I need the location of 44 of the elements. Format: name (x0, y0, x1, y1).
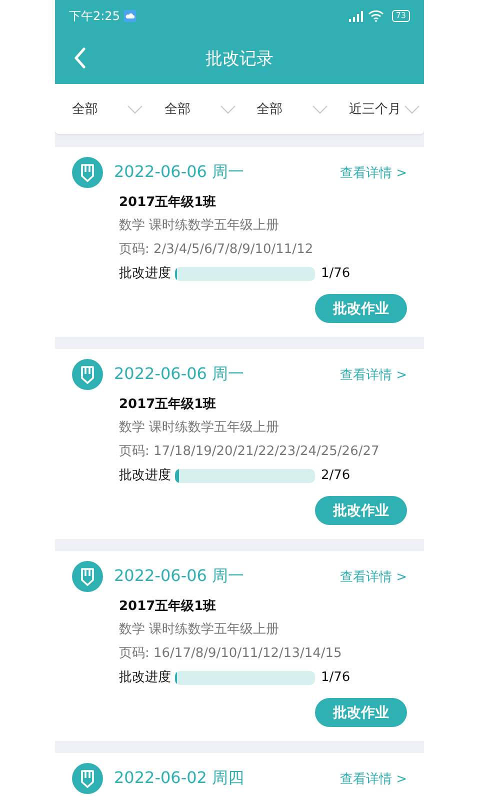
view-details-link[interactable]: 查看详情 > (340, 164, 407, 182)
progress-count: 1/76 (321, 669, 350, 687)
battery-icon: 73 (392, 10, 410, 22)
cloud-icon (124, 10, 136, 22)
chevron-down-icon (312, 104, 328, 114)
progress-label: 批改进度 (119, 265, 171, 283)
chevron-down-icon (404, 104, 420, 114)
signal-icon (348, 10, 364, 22)
filter-dropdown[interactable]: 全部 (240, 94, 332, 124)
book-name: 数学 课时练数学五年级上册 (119, 621, 280, 639)
page-numbers: 页码: 2/3/4/5/6/7/8/9/10/11/12 (119, 241, 314, 259)
progress-count: 1/76 (321, 265, 350, 283)
chevron-down-icon (220, 104, 236, 114)
filter-dropdown[interactable]: 全部 (55, 94, 148, 124)
pencil-icon (72, 157, 103, 188)
record-date: 2022-06-06 周一 (114, 364, 246, 385)
class-name: 2017五年级1班 (119, 396, 216, 414)
filter-dropdown[interactable]: 全部 (147, 94, 240, 124)
grade-button[interactable]: 批改作业 (315, 294, 407, 323)
view-details-link[interactable]: 查看详情 > (340, 366, 407, 384)
record-date: 2022-06-06 周一 (114, 162, 246, 183)
progress-count: 2/76 (321, 467, 350, 485)
wifi-icon (368, 10, 384, 22)
book-name: 数学 课时练数学五年级上册 (119, 419, 280, 437)
grade-button[interactable]: 批改作业 (315, 698, 407, 727)
book-name: 数学 课时练数学五年级上册 (119, 217, 280, 235)
page-numbers: 页码: 16/17/8/9/10/11/12/13/14/15 (119, 645, 342, 663)
class-name: 2017五年级1班 (119, 598, 216, 616)
pencil-icon (72, 763, 103, 794)
view-details-link[interactable]: 查看详情 > (340, 770, 407, 788)
status-time: 下午2:25 (69, 8, 120, 24)
record-date: 2022-06-06 周一 (114, 566, 246, 587)
progress-label: 批改进度 (119, 467, 171, 485)
grade-button[interactable]: 批改作业 (315, 496, 407, 525)
page-numbers: 页码: 17/18/19/20/21/22/23/24/25/26/27 (119, 443, 380, 461)
chevron-down-icon (127, 104, 144, 114)
filter-dropdown[interactable]: 近三个月 (332, 94, 424, 124)
pencil-icon (72, 561, 103, 592)
page-title: 批改记录 (206, 48, 274, 70)
record-date: 2022-06-02 周四 (114, 768, 246, 789)
pencil-icon (72, 359, 103, 390)
view-details-link[interactable]: 查看详情 > (340, 568, 407, 586)
progress-label: 批改进度 (119, 669, 171, 687)
class-name: 2017五年级1班 (119, 194, 216, 212)
